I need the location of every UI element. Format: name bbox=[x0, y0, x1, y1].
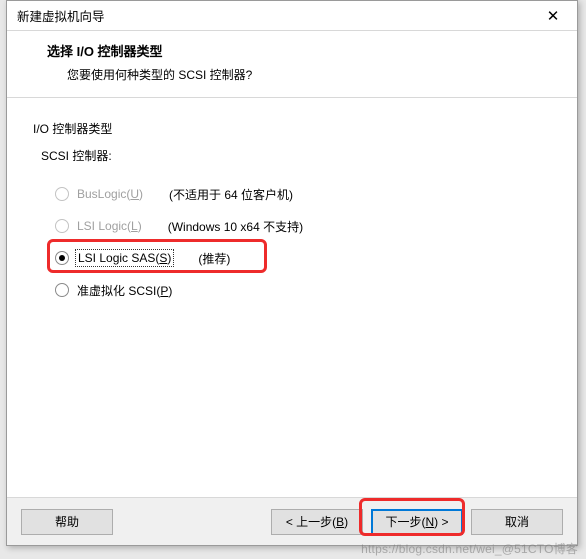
option-lsilogic-sas[interactable]: LSI Logic SAS(S) (推荐) bbox=[55, 242, 557, 274]
titlebar: 新建虚拟机向导 ✕ bbox=[7, 1, 577, 31]
back-button[interactable]: < 上一步(B) bbox=[271, 509, 363, 535]
option-hint: (不适用于 64 位客户机) bbox=[169, 186, 293, 203]
page-subheading: 您要使用何种类型的 SCSI 控制器? bbox=[47, 66, 557, 83]
scsi-label: SCSI 控制器: bbox=[33, 147, 557, 164]
radio-icon bbox=[55, 219, 69, 233]
option-paravirtual-scsi[interactable]: 准虚拟化 SCSI(P) bbox=[55, 274, 557, 306]
radio-icon bbox=[55, 187, 69, 201]
next-button[interactable]: 下一步(N) > bbox=[371, 509, 463, 535]
help-button[interactable]: 帮助 bbox=[21, 509, 113, 535]
option-label: 准虚拟化 SCSI(P) bbox=[77, 282, 172, 299]
page-heading: 选择 I/O 控制器类型 bbox=[47, 41, 557, 60]
wizard-dialog: 新建虚拟机向导 ✕ 选择 I/O 控制器类型 您要使用何种类型的 SCSI 控制… bbox=[6, 0, 578, 546]
option-lsilogic: LSI Logic(L) (Windows 10 x64 不支持) bbox=[55, 210, 557, 242]
section-label: I/O 控制器类型 bbox=[33, 120, 557, 137]
cancel-button[interactable]: 取消 bbox=[471, 509, 563, 535]
option-label: LSI Logic SAS(S) bbox=[77, 251, 172, 265]
option-hint: (推荐) bbox=[198, 250, 230, 267]
close-button[interactable]: ✕ bbox=[533, 2, 573, 30]
option-buslogic: BusLogic(U) (不适用于 64 位客户机) bbox=[55, 178, 557, 210]
option-hint: (Windows 10 x64 不支持) bbox=[168, 218, 303, 235]
radio-icon bbox=[55, 251, 69, 265]
close-icon: ✕ bbox=[547, 7, 560, 25]
option-label: BusLogic(U) bbox=[77, 187, 143, 201]
window-title: 新建虚拟机向导 bbox=[17, 6, 533, 25]
options-group: BusLogic(U) (不适用于 64 位客户机) LSI Logic(L) … bbox=[33, 178, 557, 306]
footer-bar: 帮助 < 上一步(B) 下一步(N) > 取消 bbox=[7, 497, 577, 545]
content-area: I/O 控制器类型 SCSI 控制器: BusLogic(U) (不适用于 64… bbox=[7, 98, 577, 497]
option-label: LSI Logic(L) bbox=[77, 219, 142, 233]
header-panel: 选择 I/O 控制器类型 您要使用何种类型的 SCSI 控制器? bbox=[7, 31, 577, 98]
radio-icon bbox=[55, 283, 69, 297]
